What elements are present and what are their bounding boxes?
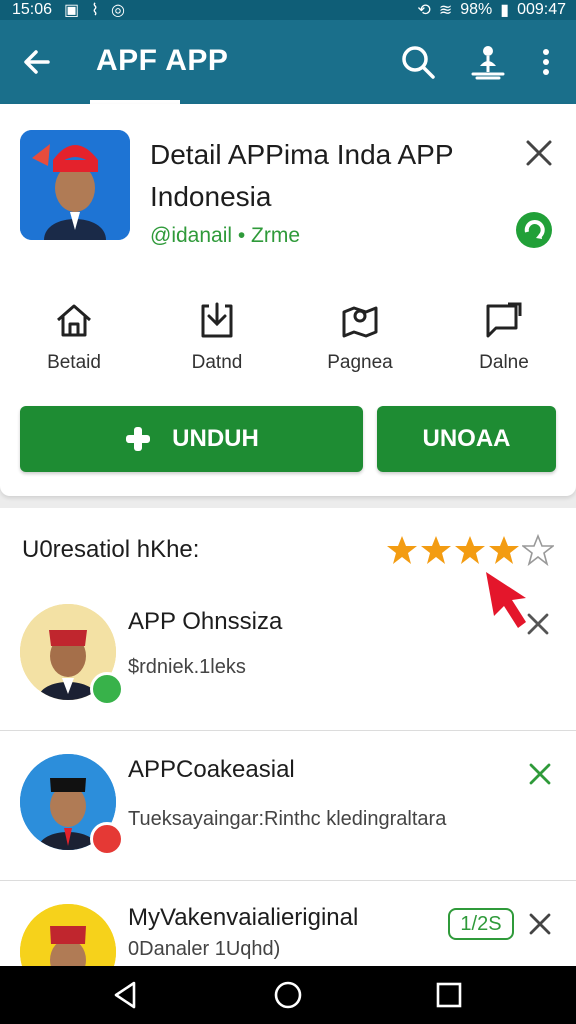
item-name: APPCoakeasial	[128, 756, 295, 783]
portrait-icon	[20, 130, 130, 240]
app-toolbar: APF APP	[0, 20, 576, 104]
item-detail: $rdniek.1leks	[128, 656, 246, 678]
chat-share-icon	[486, 302, 522, 338]
home-icon	[57, 304, 91, 337]
download-icon	[201, 302, 233, 338]
status-badge-icon	[90, 672, 124, 706]
vibrate-icon: ⟲	[417, 2, 431, 19]
plus-icon	[126, 427, 151, 451]
action-label: Pagnea	[327, 352, 393, 373]
item-detail: 0Danaler 1Uqhd)	[128, 938, 281, 960]
section-title: U0resatiol hKhe:	[22, 536, 200, 563]
wifi-icon: ≋	[438, 2, 453, 19]
upload-person-icon[interactable]	[468, 42, 508, 82]
action-label: Datnd	[191, 352, 243, 373]
back-arrow-icon[interactable]	[18, 42, 58, 82]
close-icon[interactable]	[526, 910, 554, 938]
divider	[0, 730, 576, 731]
action-pagnea[interactable]: Pagnea	[300, 298, 420, 374]
star-filled-icon[interactable]	[488, 534, 520, 566]
notification-icon: ▣	[64, 2, 80, 19]
action-dalne[interactable]: Dalne	[444, 298, 564, 374]
rating-stars[interactable]	[386, 534, 554, 566]
divider	[0, 880, 576, 881]
status-badge-icon	[90, 822, 124, 856]
home-circle-icon[interactable]	[271, 978, 305, 1012]
list-item[interactable]: APP Ohnssiza $rdniek.1leks	[0, 592, 576, 740]
star-filled-icon[interactable]	[386, 534, 418, 566]
action-datnd[interactable]: Datnd	[157, 298, 277, 374]
status-bar: 15:06 ▣ ⌇ ◎ ⟲ ≋ 98% ▮ 009:47	[0, 0, 576, 20]
close-icon[interactable]	[524, 610, 552, 638]
star-filled-icon[interactable]	[454, 534, 486, 566]
close-icon[interactable]	[522, 136, 556, 170]
map-book-icon	[342, 306, 378, 338]
battery-icon: ▮	[500, 2, 510, 19]
app-developer[interactable]: @idanail • Zrme	[150, 224, 300, 248]
signal-icon: ⌇	[91, 2, 99, 19]
refresh-badge-icon[interactable]	[514, 210, 554, 250]
close-icon[interactable]	[526, 760, 554, 788]
search-icon[interactable]	[398, 42, 438, 82]
action-label: Dalne	[479, 352, 529, 373]
avatar	[20, 904, 116, 966]
back-icon[interactable]	[108, 978, 142, 1012]
app-title: Detail APPima Inda APP Indonesia	[150, 139, 453, 212]
item-detail: Tueksayaingar:Rinthc kledingraltara	[128, 808, 447, 830]
download-button[interactable]: UNDUH	[20, 406, 363, 472]
action-label: Betaid	[47, 352, 101, 373]
system-navbar	[0, 966, 576, 1024]
item-name: MyVakenvaialieriginal	[128, 904, 359, 931]
action-row: Betaid Datnd Pagnea Dalne	[0, 298, 576, 388]
toolbar-title: APF APP	[96, 44, 229, 77]
recents-icon[interactable]	[432, 978, 466, 1012]
item-name: APP Ohnssiza	[128, 608, 283, 635]
star-filled-icon[interactable]	[420, 534, 452, 566]
version-tag: 1/2S	[448, 908, 514, 940]
star-empty-icon[interactable]	[522, 534, 554, 566]
battery-percent: 98%	[460, 1, 493, 18]
more-vert-icon[interactable]	[532, 42, 560, 82]
list-item[interactable]: APPCoakeasial Tueksayaingar:Rinthc kledi…	[0, 740, 576, 888]
action-betaid[interactable]: Betaid	[14, 298, 134, 374]
status-clock: 009:47	[517, 1, 566, 18]
app-notification-icon: ◎	[110, 2, 125, 19]
download-button-label: UNDUH	[172, 425, 259, 452]
secondary-button-label: UNOAA	[422, 425, 511, 452]
status-time: 15:06	[12, 1, 53, 18]
app-icon[interactable]	[20, 130, 130, 240]
secondary-button[interactable]: UNOAA	[377, 406, 556, 472]
